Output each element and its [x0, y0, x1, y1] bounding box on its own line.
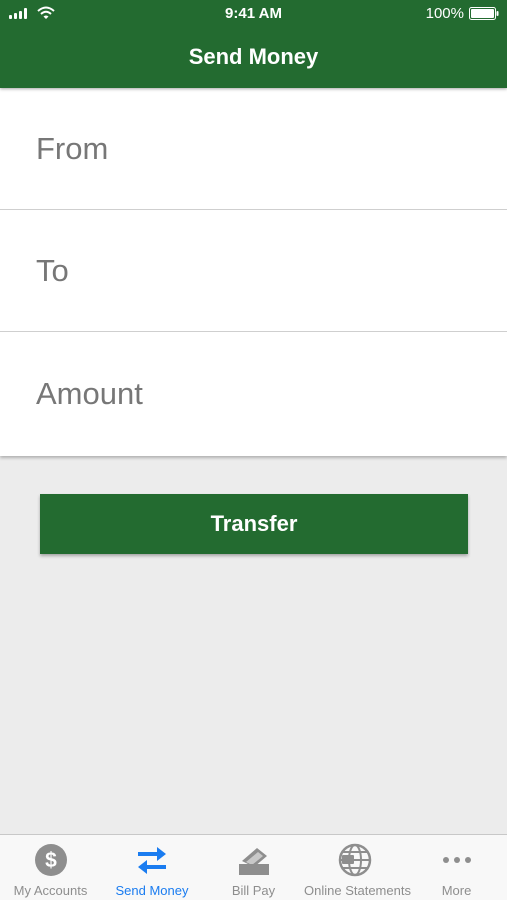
more-dots-icon — [442, 857, 471, 863]
tab-online-statements[interactable]: Online Statements — [304, 835, 411, 900]
tab-bill-pay[interactable]: Bill Pay — [203, 835, 304, 900]
page-title: Send Money — [188, 44, 319, 69]
app-header: 9:41 AM 100% Send Money — [0, 0, 507, 88]
tab-bar: $ My Accounts Send Money Bill Pay Online… — [0, 834, 507, 900]
globe-icon — [338, 843, 372, 877]
battery-icon — [469, 7, 499, 20]
dollar-coin-icon: $ — [34, 844, 67, 876]
bill-pay-icon — [238, 848, 269, 875]
tab-my-accounts[interactable]: $ My Accounts — [0, 835, 101, 900]
battery-percentage: 100% — [425, 5, 464, 22]
tab-label: Online Statements — [304, 883, 411, 898]
tab-send-money[interactable]: Send Money — [101, 835, 203, 900]
send-money-form: From To Amount — [0, 88, 507, 456]
transfer-button[interactable]: Transfer — [40, 494, 468, 554]
tab-label: Bill Pay — [231, 883, 276, 898]
tab-label: More — [441, 883, 472, 898]
transfer-arrows-icon — [138, 847, 166, 874]
tab-label: My Accounts — [13, 883, 88, 898]
amount-field[interactable]: Amount — [0, 332, 507, 456]
to-field[interactable]: To — [0, 210, 507, 332]
tab-label: Send Money — [115, 883, 189, 898]
tab-more[interactable]: More — [406, 835, 507, 900]
svg-text:$: $ — [45, 849, 57, 872]
from-field[interactable]: From — [0, 88, 507, 210]
status-bar: 9:41 AM 100% — [0, 0, 507, 28]
